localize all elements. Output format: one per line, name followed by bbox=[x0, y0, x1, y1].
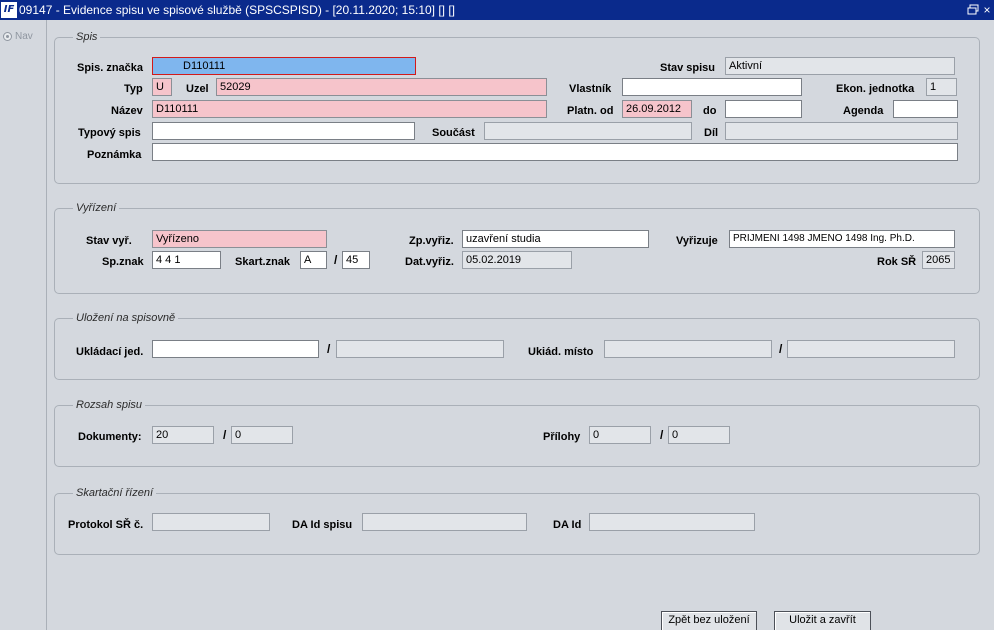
dokumenty-field: 20 bbox=[152, 426, 214, 444]
ukladaci-jed-field-2 bbox=[336, 340, 504, 358]
restore-window-icon[interactable] bbox=[966, 3, 980, 17]
stav-spisu-label: Stav spisu bbox=[660, 62, 716, 74]
poznamka-label: Poznámka bbox=[87, 149, 142, 161]
platn-od-label: Platn. od bbox=[567, 105, 614, 117]
sp-znak-input[interactable]: 4 4 1 bbox=[152, 251, 221, 269]
rok-sr-label: Rok SŘ bbox=[877, 256, 917, 268]
ekon-jednotka-field: 1 bbox=[926, 78, 957, 96]
soucast-field bbox=[484, 122, 692, 140]
da-id-label: DA Id bbox=[553, 519, 582, 531]
nazev-input[interactable]: D110111 bbox=[152, 100, 547, 118]
protokol-sr-label: Protokol SŘ č. bbox=[68, 519, 144, 531]
ukladaci-slash: / bbox=[327, 342, 331, 356]
prilohy-field-2: 0 bbox=[668, 426, 730, 444]
skart-slash: / bbox=[334, 253, 338, 267]
platn-od-input[interactable]: 26.09.2012 bbox=[622, 100, 692, 118]
vlastnik-label: Vlastník bbox=[569, 83, 612, 95]
zp-vyriz-input[interactable]: uzavření studia bbox=[462, 230, 649, 248]
save-and-close-button[interactable]: Uložit a zavřít bbox=[774, 611, 871, 630]
prilohy-field: 0 bbox=[589, 426, 651, 444]
da-id-spisu-field bbox=[362, 513, 527, 531]
ukladaci-jed-input[interactable] bbox=[152, 340, 319, 358]
platn-do-input[interactable] bbox=[725, 100, 802, 118]
title-bar: IF 09147 - Evidence spisu ve spisové slu… bbox=[0, 0, 994, 20]
vyrizuje-label: Vyřizuje bbox=[676, 235, 718, 247]
da-id-field bbox=[589, 513, 755, 531]
uklad-misto-field-2 bbox=[787, 340, 955, 358]
poznamka-input[interactable] bbox=[152, 143, 958, 161]
stav-vyr-label: Stav vyř. bbox=[86, 235, 132, 247]
soucast-label: Součást bbox=[432, 127, 475, 139]
typovy-spis-label: Typový spis bbox=[78, 127, 141, 139]
agenda-label: Agenda bbox=[843, 105, 884, 117]
close-window-icon[interactable]: × bbox=[981, 3, 993, 17]
dil-label: Díl bbox=[704, 127, 719, 139]
window-title: 09147 - Evidence spisu ve spisové službě… bbox=[19, 3, 456, 17]
dat-vyriz-label: Dat.vyřiz. bbox=[405, 256, 454, 268]
nav-label: Nav bbox=[15, 31, 33, 42]
navigator-panel: Nav bbox=[0, 20, 47, 630]
dat-vyriz-field: 05.02.2019 bbox=[462, 251, 572, 269]
typ-input[interactable]: U bbox=[152, 78, 172, 96]
group-title-ulozeni: Uložení na spisovně bbox=[73, 312, 179, 324]
dokumenty-field-2: 0 bbox=[231, 426, 293, 444]
zp-vyriz-label: Zp.vyřiz. bbox=[409, 235, 454, 247]
prilohy-label: Přílohy bbox=[543, 431, 581, 443]
spis-znacka-input[interactable]: D110111 bbox=[152, 57, 416, 75]
dil-field bbox=[725, 122, 958, 140]
platn-do-label: do bbox=[703, 105, 717, 117]
skart-znak-label: Skart.znak bbox=[235, 256, 291, 268]
dokumenty-slash: / bbox=[223, 428, 227, 442]
typ-label: Typ bbox=[124, 83, 143, 95]
stav-vyr-input[interactable]: Vyřízeno bbox=[152, 230, 327, 248]
nazev-label: Název bbox=[111, 105, 143, 117]
group-title-vyrizeni: Vyřízení bbox=[73, 202, 120, 214]
skart-znak-input[interactable]: A bbox=[300, 251, 327, 269]
uklad-misto-slash: / bbox=[779, 342, 783, 356]
radio-icon bbox=[3, 32, 12, 41]
sp-znak-label: Sp.znak bbox=[102, 256, 144, 268]
ukladaci-jed-label: Ukládací jed. bbox=[76, 346, 144, 358]
dokumenty-label: Dokumenty: bbox=[78, 431, 142, 443]
uzel-label: Uzel bbox=[186, 83, 209, 95]
rok-sr-field: 2065 bbox=[922, 251, 955, 269]
stav-spisu-field: Aktivní bbox=[725, 57, 955, 75]
group-title-skartacni: Skartační řízení bbox=[73, 487, 157, 499]
skart-lhuta-input[interactable]: 45 bbox=[342, 251, 370, 269]
app-logo-icon: IF bbox=[1, 2, 17, 18]
ekon-jednotka-label: Ekon. jednotka bbox=[836, 83, 915, 95]
back-without-save-button[interactable]: Zpět bez uložení bbox=[661, 611, 757, 630]
protokol-sr-field bbox=[152, 513, 270, 531]
agenda-input[interactable] bbox=[893, 100, 958, 118]
uklad-misto-field bbox=[604, 340, 772, 358]
prilohy-slash: / bbox=[660, 428, 664, 442]
vlastnik-input[interactable] bbox=[622, 78, 802, 96]
uzel-input[interactable]: 52029 bbox=[216, 78, 547, 96]
group-title-spis: Spis bbox=[73, 31, 101, 43]
vyrizuje-input[interactable]: PRIJMENI 1498 JMENO 1498 Ing. Ph.D. bbox=[729, 230, 955, 248]
uklad-misto-label: Ukiád. místo bbox=[528, 346, 594, 358]
typovy-spis-input[interactable] bbox=[152, 122, 415, 140]
spis-znacka-label: Spis. značka bbox=[77, 62, 144, 74]
group-title-rozsah: Rozsah spisu bbox=[73, 399, 146, 411]
nav-toggle[interactable]: Nav bbox=[3, 31, 33, 42]
da-id-spisu-label: DA Id spisu bbox=[292, 519, 353, 531]
